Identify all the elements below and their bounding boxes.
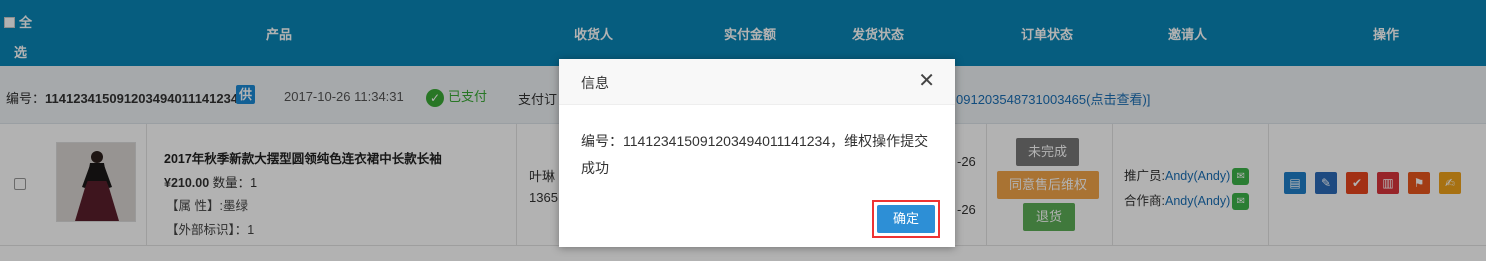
close-icon[interactable]: ✕ bbox=[918, 70, 935, 92]
dialog-message: 编号：114123415091203494011141234，维权操作提交成功 bbox=[581, 133, 929, 176]
confirm-highlight: 确定 bbox=[872, 200, 940, 238]
info-dialog: 信息 ✕ 编号：114123415091203494011141234，维权操作… bbox=[559, 59, 955, 247]
confirm-button[interactable]: 确定 bbox=[877, 205, 935, 233]
dialog-title: 信息 bbox=[581, 75, 609, 91]
dialog-header: 信息 ✕ bbox=[559, 59, 955, 105]
